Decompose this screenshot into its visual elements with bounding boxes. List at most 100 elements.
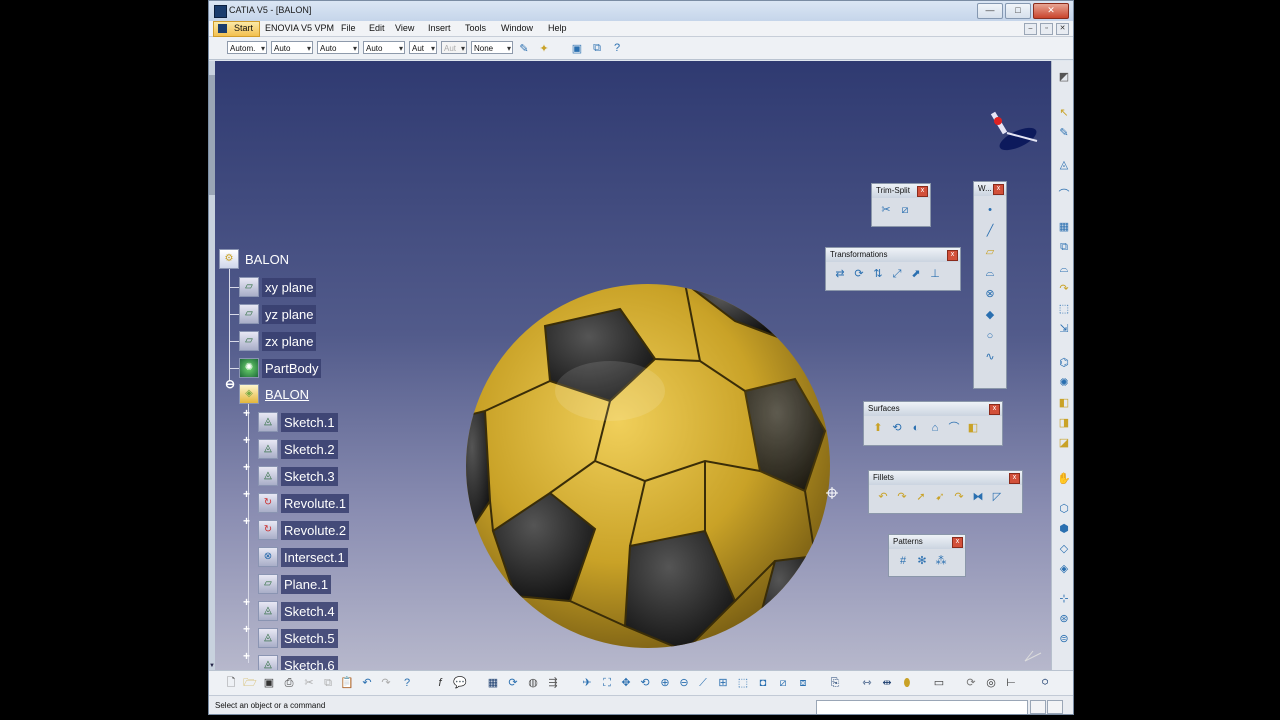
scaling-icon[interactable]: ⤢ bbox=[889, 266, 905, 282]
expand-icon[interactable]: + bbox=[243, 406, 250, 420]
comment-icon[interactable]: 💬 bbox=[452, 675, 468, 691]
tree-item-zx-plane[interactable]: ▱ zx plane bbox=[239, 330, 317, 352]
tree-item-yz-plane[interactable]: ▱ yz plane bbox=[239, 303, 317, 325]
revolve-icon[interactable]: ⟲ bbox=[889, 420, 905, 436]
globe-icon[interactable]: ◎ bbox=[983, 675, 999, 691]
affinity-icon[interactable]: ⬈ bbox=[908, 266, 924, 282]
tree-item-sketch-6[interactable]: ◬ Sketch.6 bbox=[258, 654, 338, 670]
circle-icon[interactable]: ○ bbox=[982, 328, 998, 344]
camera-icon[interactable]: ▭ bbox=[931, 675, 947, 691]
painter-icon[interactable]: ✎ bbox=[516, 40, 532, 56]
law-icon[interactable]: ✺ bbox=[1056, 375, 1072, 391]
doc-close-button[interactable]: ✕ bbox=[1056, 23, 1069, 35]
menu-insert[interactable]: Insert bbox=[428, 23, 451, 33]
circular-pattern-icon[interactable]: ✻ bbox=[914, 553, 930, 569]
select-icon[interactable]: ↖ bbox=[1056, 105, 1072, 121]
expand-icon[interactable]: + bbox=[243, 514, 250, 528]
zoom-out-icon[interactable]: ⊖ bbox=[676, 675, 692, 691]
tree-item-plane-1[interactable]: ▱ Plane.1 bbox=[258, 573, 332, 595]
boundary-icon[interactable]: ⬚ bbox=[1056, 301, 1072, 317]
variable-fillet-icon[interactable]: ➚ bbox=[913, 489, 929, 505]
knowledge-icon[interactable]: ✋ bbox=[1056, 471, 1072, 487]
properties-brush-icon[interactable]: ✦ bbox=[536, 40, 552, 56]
inertia-icon[interactable]: ⊜ bbox=[1056, 631, 1072, 647]
menu-help[interactable]: Help bbox=[548, 23, 567, 33]
menu-edit[interactable]: Edit bbox=[369, 23, 385, 33]
copy-icon[interactable]: ⧉ bbox=[320, 675, 336, 691]
catalog-icon[interactable]: ◇ bbox=[1056, 541, 1072, 557]
powercopy-icon[interactable]: ⬢ bbox=[1056, 521, 1072, 537]
chamfer-icon[interactable]: ◸ bbox=[989, 489, 1005, 505]
rotate-view-icon[interactable]: ⟲ bbox=[637, 675, 653, 691]
wireframe-toolbar[interactable]: W... x • ╱ ▱ ⌓ ⊗ ◆ ○ ∿ bbox=[973, 181, 1007, 389]
close-icon[interactable]: x bbox=[993, 184, 1004, 195]
measure-between-icon[interactable]: ⇿ bbox=[859, 675, 875, 691]
sweep-icon[interactable]: ⌒ bbox=[946, 420, 962, 436]
menu-window[interactable]: Window bbox=[501, 23, 533, 33]
open-folder-icon[interactable]: 🗁 bbox=[242, 675, 258, 691]
soccer-ball-model[interactable] bbox=[215, 61, 1051, 670]
sphere-icon[interactable]: ◐ bbox=[908, 420, 924, 436]
cut-icon[interactable]: ✂ bbox=[301, 675, 317, 691]
face-fillet-icon[interactable]: ↷ bbox=[951, 489, 967, 505]
expand-icon[interactable]: + bbox=[243, 622, 250, 636]
curve-icon[interactable]: ⌒ bbox=[1056, 187, 1072, 203]
switch-workbench-icon[interactable]: ⧉ bbox=[589, 40, 605, 56]
fill-icon[interactable]: ◧ bbox=[965, 420, 981, 436]
fit-all-icon[interactable]: ⛶ bbox=[599, 675, 615, 691]
draft-analysis-icon[interactable]: ◨ bbox=[1056, 415, 1072, 431]
trim-split-toolbar[interactable]: Trim-Split x ✂ ⧄ bbox=[871, 183, 931, 227]
transformations-toolbar[interactable]: Transformations x ⇄ ⟳ ⇅ ⤢ ⬈ ⊥ bbox=[825, 247, 961, 291]
plane-tool-icon[interactable]: ▱ bbox=[982, 244, 998, 260]
symmetry-icon[interactable]: ⇅ bbox=[870, 266, 886, 282]
zoom-in-icon[interactable]: ⊕ bbox=[657, 675, 673, 691]
render-icon[interactable]: ◩ bbox=[1056, 69, 1072, 85]
near-icon[interactable]: ⌬ bbox=[1056, 355, 1072, 371]
iso-view-icon[interactable]: ⬚ bbox=[735, 675, 751, 691]
extract-icon[interactable]: ⇲ bbox=[1056, 321, 1072, 337]
tritangent-fillet-icon[interactable]: ⧓ bbox=[970, 489, 986, 505]
extrude-icon[interactable]: ⬆ bbox=[870, 420, 886, 436]
join-icon[interactable]: ⌓ bbox=[1056, 261, 1072, 277]
multi-view-icon[interactable]: ⊞ bbox=[715, 675, 731, 691]
menu-enovia[interactable]: ENOVIA V5 VPM bbox=[265, 23, 334, 33]
tree-item-xy-plane[interactable]: ▱ xy plane bbox=[239, 276, 317, 298]
expand-icon[interactable]: + bbox=[243, 433, 250, 447]
tree-item-partbody[interactable]: ✺ PartBody bbox=[239, 357, 322, 379]
print-icon[interactable]: ⎙ bbox=[281, 675, 297, 691]
formula-icon[interactable]: f bbox=[432, 675, 448, 691]
axis-system-icon[interactable]: ⊹ bbox=[1056, 591, 1072, 607]
edge-fillet-icon[interactable]: ↷ bbox=[894, 489, 910, 505]
tree-item-revolute-1[interactable]: ↻ Revolute.1 bbox=[258, 492, 350, 514]
menu-file[interactable]: File bbox=[341, 23, 356, 33]
line-icon[interactable]: ╱ bbox=[982, 223, 998, 239]
tree-item-revolute-2[interactable]: ↻ Revolute.2 bbox=[258, 519, 350, 541]
table-icon[interactable]: ▦ bbox=[485, 675, 501, 691]
close-icon[interactable]: x bbox=[917, 186, 928, 197]
undo-icon[interactable]: ↶ bbox=[359, 675, 375, 691]
sketch-tool-icon[interactable]: ◬ bbox=[1056, 157, 1072, 173]
tree-item-sketch-4[interactable]: ◬ Sketch.4 bbox=[258, 600, 338, 622]
hide-icon[interactable]: ⧄ bbox=[775, 675, 791, 691]
collapse-icon[interactable]: ⊖ bbox=[225, 377, 235, 391]
close-icon[interactable]: x bbox=[1009, 473, 1020, 484]
tree-root-balon[interactable]: ⚙ BALON bbox=[219, 248, 292, 270]
command-clear-button[interactable] bbox=[1030, 700, 1046, 714]
transparency-combo[interactable]: Auto bbox=[271, 41, 313, 55]
command-input[interactable] bbox=[816, 700, 1028, 714]
line-thickness-combo[interactable]: Auto bbox=[317, 41, 359, 55]
close-icon[interactable]: x bbox=[989, 404, 1000, 415]
spline-icon[interactable]: ∿ bbox=[982, 349, 998, 365]
point-symbol-combo[interactable]: Aut bbox=[409, 41, 437, 55]
redo-icon[interactable]: ↷ bbox=[378, 675, 394, 691]
instantiate-icon[interactable]: ⬡ bbox=[1056, 501, 1072, 517]
grid-icon[interactable]: ▦ bbox=[1056, 219, 1072, 235]
sketcher-icon[interactable]: ✎ bbox=[1056, 125, 1072, 141]
rectangular-pattern-icon[interactable]: # bbox=[895, 553, 911, 569]
projection-icon[interactable]: ⌓ bbox=[982, 265, 998, 281]
tree-item-intersect-1[interactable]: ⊗ Intersect.1 bbox=[258, 546, 348, 568]
tree-item-sketch-3[interactable]: ◬ Sketch.3 bbox=[258, 465, 338, 487]
close-icon[interactable]: x bbox=[947, 250, 958, 261]
close-icon[interactable]: x bbox=[952, 537, 963, 548]
translate-icon[interactable]: ⇄ bbox=[832, 266, 848, 282]
